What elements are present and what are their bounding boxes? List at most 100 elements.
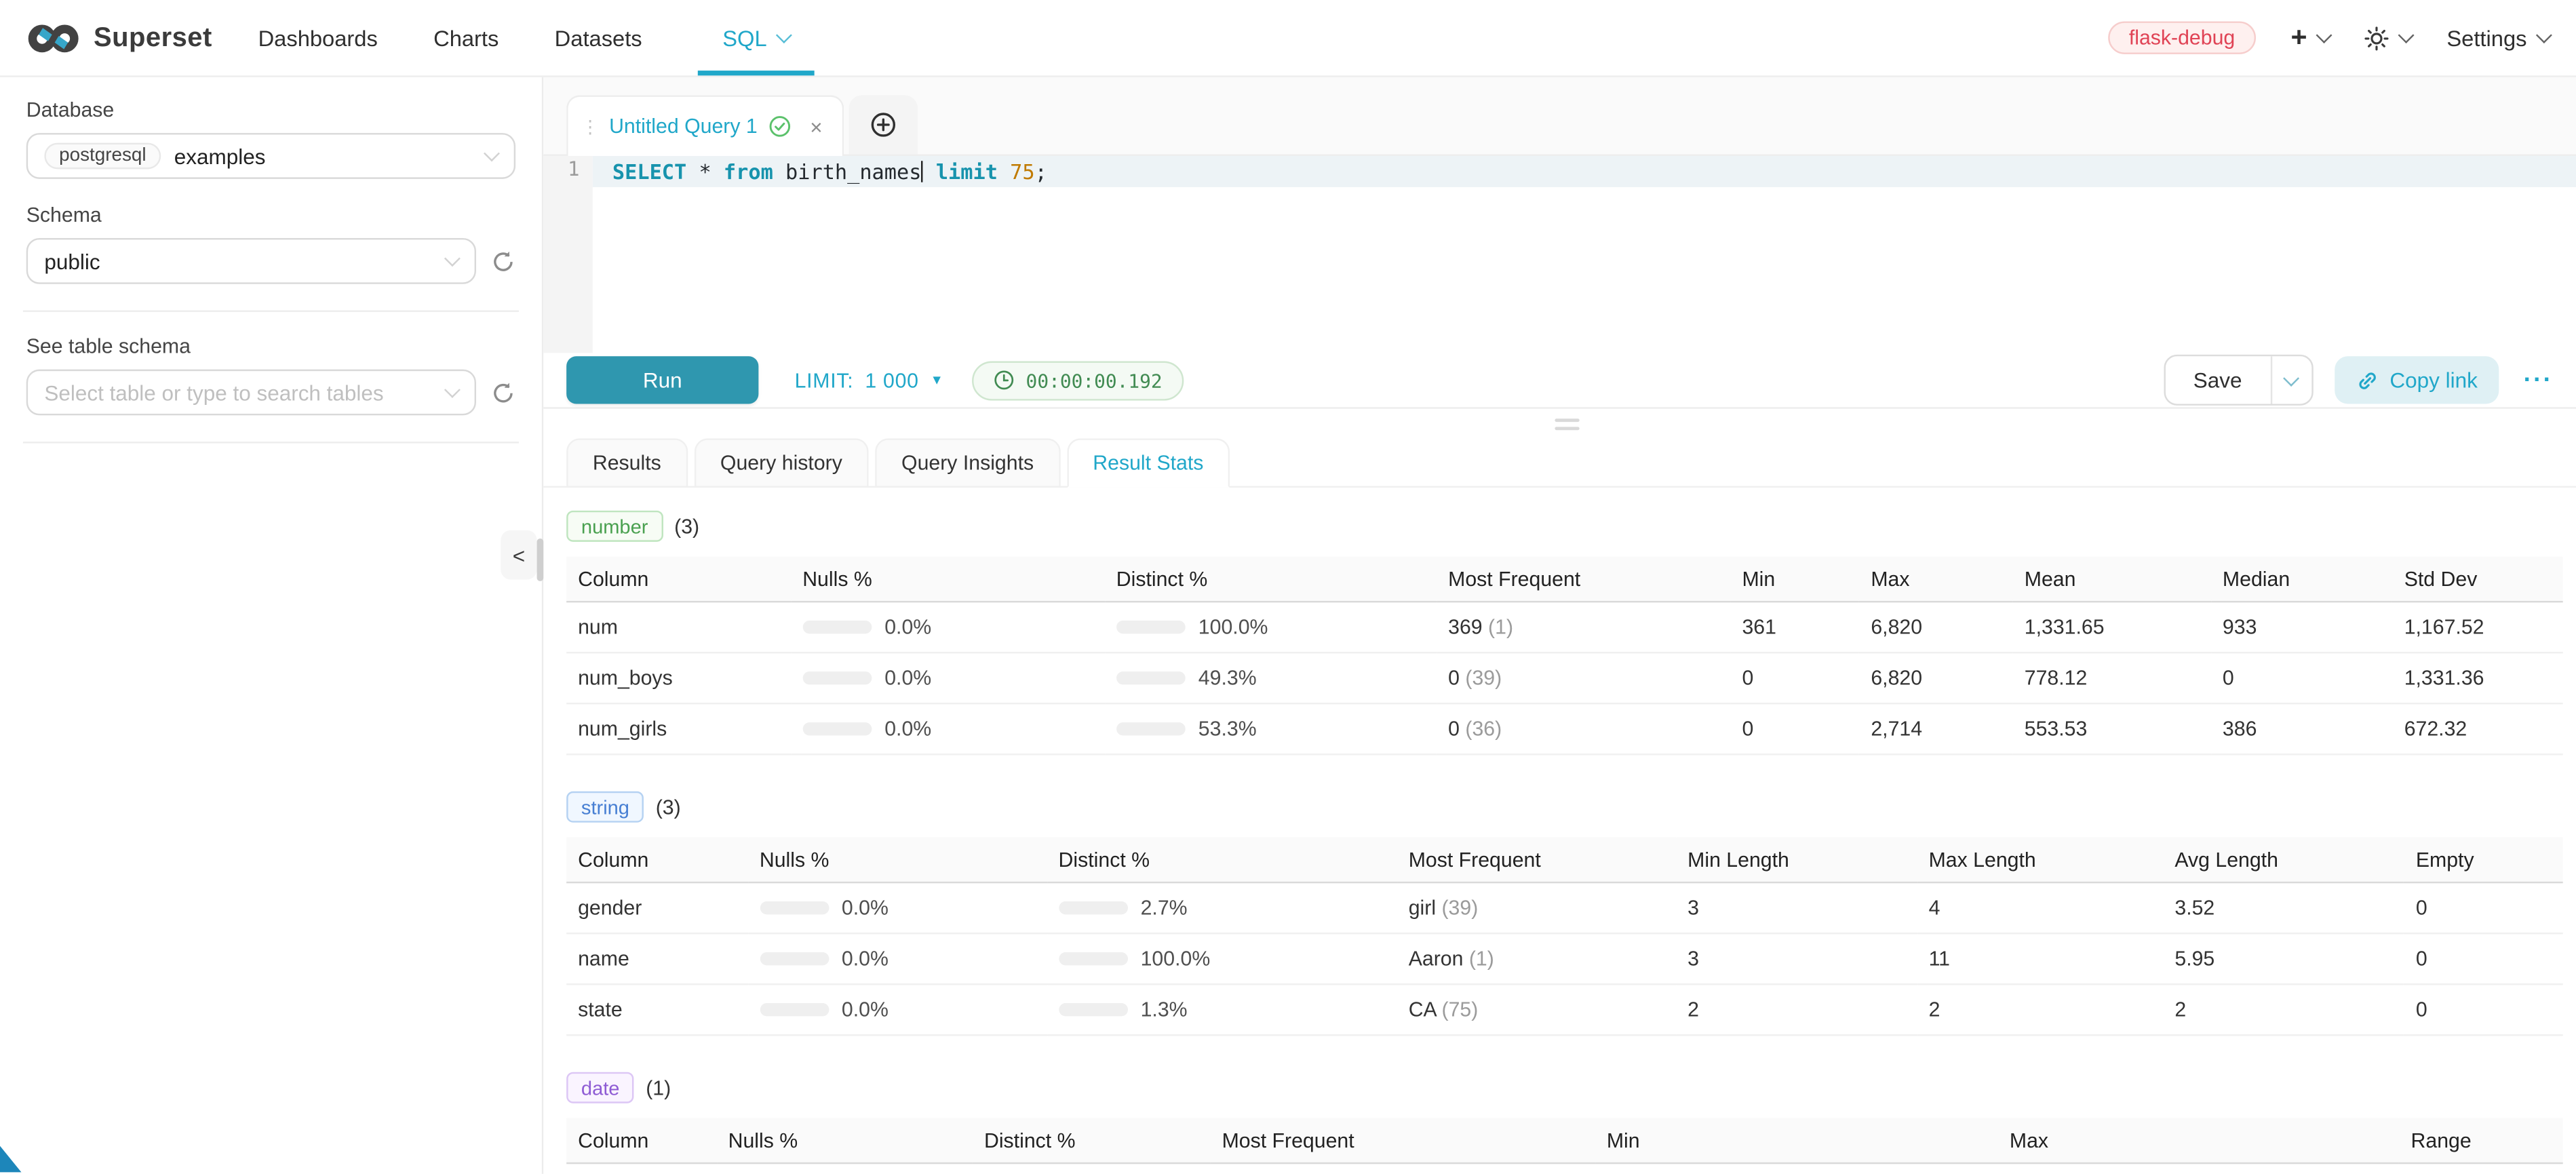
copy-link-button[interactable]: Copy link: [2334, 356, 2499, 404]
panel-resize-handle[interactable]: [1555, 418, 1579, 435]
stat-bar: 0.0%: [802, 718, 1105, 741]
superset-brand[interactable]: Superset: [26, 20, 212, 55]
most-frequent-value: Aaron: [1409, 947, 1464, 971]
elapsed-timer-badge: 00:00:00.192: [972, 360, 1184, 399]
column-header: Column: [566, 1118, 717, 1163]
brand-name: Superset: [94, 22, 212, 54]
progress-track: [760, 1003, 829, 1016]
query-tab[interactable]: ⋮ Untitled Query 1 ×: [566, 95, 844, 156]
table-cell: 2,714: [1859, 703, 2012, 754]
column-header: Distinct %: [1105, 557, 1437, 602]
top-navbar: Superset Dashboards Charts Datasets SQL fla…: [0, 0, 2576, 77]
percent-value: 0.0%: [842, 998, 889, 1021]
stat-bar: 0.0%: [802, 667, 1105, 690]
save-options-button[interactable]: [2270, 356, 2311, 404]
sql-token: [924, 159, 936, 184]
close-tab-icon[interactable]: ×: [810, 114, 822, 138]
primary-nav: Dashboards Charts Datasets SQL: [258, 0, 815, 75]
percent-value: 100.0%: [1141, 947, 1211, 971]
sql-token: [711, 159, 724, 184]
table-cell: 3: [1676, 882, 1917, 933]
column-header: Std Dev: [2393, 557, 2563, 602]
percent-value: 0.0%: [884, 667, 931, 690]
table-schema-label: See table schema: [26, 335, 515, 358]
navbar-right: flask-debug + Settings: [2107, 21, 2550, 54]
stat-bar: 100.0%: [1116, 616, 1437, 639]
tab-query-insights[interactable]: Query Insights: [875, 438, 1060, 488]
theme-toggle[interactable]: [2364, 26, 2412, 50]
refresh-tables-button[interactable]: [491, 380, 515, 404]
sql-token: *: [699, 159, 711, 184]
scrollbar-thumb[interactable]: [537, 539, 544, 581]
editor-gutter: 1: [543, 156, 593, 353]
tab-result-stats[interactable]: Result Stats: [1067, 438, 1230, 488]
stat-bar: 1.3%: [1059, 998, 1397, 1021]
progress-track: [802, 621, 872, 633]
column-header: Max: [1998, 1118, 2400, 1163]
table-cell: 2: [2163, 984, 2404, 1035]
settings-menu[interactable]: Settings: [2446, 26, 2550, 50]
sql-code-line[interactable]: SELECT * from birth_names limit 75;: [593, 156, 2576, 187]
run-button[interactable]: Run: [566, 356, 758, 404]
collapse-sidebar-button[interactable]: <: [501, 530, 536, 580]
save-split-button: Save: [2164, 355, 2312, 406]
limit-label: LIMIT:: [795, 368, 854, 391]
column-header: Nulls %: [791, 557, 1105, 602]
table-cell: same day: [2400, 1163, 2563, 1174]
column-header: Mean: [2013, 557, 2211, 602]
most-frequent-count: (39): [1436, 897, 1478, 920]
nav-item-datasets[interactable]: Datasets: [555, 0, 642, 75]
most-frequent-count: (39): [1460, 667, 1502, 690]
column-header: Min: [1595, 1118, 1998, 1163]
limit-dropdown[interactable]: LIMIT: 1 000 ▼: [795, 368, 944, 391]
new-item-menu[interactable]: +: [2291, 26, 2330, 50]
percent-value: 1.3%: [1141, 998, 1188, 1021]
db-engine-tag: postgresql: [44, 143, 161, 170]
stat-bar: 0.0%: [802, 616, 1105, 639]
chevron-down-icon: [444, 382, 461, 398]
sql-token: from: [724, 159, 773, 184]
most-frequent-cell: Aaron (1): [1397, 933, 1676, 984]
column-header: Nulls %: [717, 1118, 973, 1163]
more-actions-button[interactable]: ···: [2524, 366, 2554, 394]
table-select[interactable]: Select table or type to search tables: [26, 370, 476, 416]
progress-track: [1059, 901, 1128, 914]
most-frequent-cell: girl (39): [1397, 882, 1676, 933]
most-frequent-cell: 0 (39): [1437, 652, 1730, 703]
nav-item-sql[interactable]: SQL: [698, 0, 815, 75]
most-frequent-count: (75): [1436, 998, 1478, 1021]
save-button[interactable]: Save: [2166, 356, 2270, 404]
table-cell: 1965-01-01T03:00:00.000Z: [1595, 1163, 1998, 1174]
column-header: Distinct %: [1047, 838, 1397, 883]
section-header: number(3): [566, 511, 2563, 542]
distinct-cell: 1.3%: [1047, 984, 1397, 1035]
sun-icon: [2364, 26, 2389, 50]
sql-token: birth_names: [785, 159, 921, 184]
nav-item-label: Dashboards: [258, 26, 378, 50]
table-cell: 361: [1731, 602, 1860, 652]
most-frequent-value: 0: [1448, 667, 1460, 690]
column-header: Min: [1731, 557, 1860, 602]
database-select[interactable]: postgresql examples: [26, 133, 515, 179]
add-tab-button[interactable]: [848, 95, 918, 154]
sqllab-sidebar: Database postgresql examples Schema publ…: [0, 77, 543, 1174]
tab-results[interactable]: Results: [566, 438, 687, 488]
table-cell: 2: [1676, 984, 1917, 1035]
column-header: Max Length: [1917, 838, 2164, 883]
nav-item-dashboards[interactable]: Dashboards: [258, 0, 378, 75]
drag-handle-icon[interactable]: ⋮: [581, 116, 598, 137]
tab-query-history[interactable]: Query history: [694, 438, 868, 488]
section-count: (1): [646, 1076, 671, 1099]
nulls-cell: 0.0%: [748, 882, 1047, 933]
nav-item-charts[interactable]: Charts: [433, 0, 499, 75]
sql-token: limit: [936, 159, 998, 184]
refresh-schemas-button[interactable]: [491, 249, 515, 273]
schema-select[interactable]: public: [26, 238, 476, 284]
sql-editor[interactable]: 1 SELECT * from birth_names limit 75;: [543, 156, 2576, 353]
editor-code-area[interactable]: SELECT * from birth_names limit 75;: [593, 156, 2576, 353]
percent-value: 0.0%: [842, 897, 889, 920]
nulls-cell: 0.0%: [717, 1163, 973, 1174]
progress-track: [760, 952, 829, 965]
section-header: string(3): [566, 791, 2563, 823]
column-name-cell: num_boys: [566, 652, 791, 703]
